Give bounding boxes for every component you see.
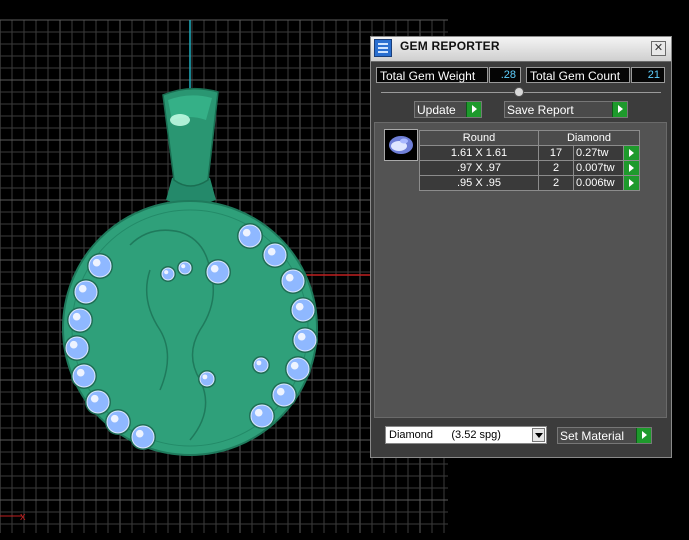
gem-highlight [276, 387, 285, 396]
total-gem-count-label: Total Gem Count [526, 67, 630, 83]
set-material-button[interactable]: Set Material [557, 427, 652, 444]
material-select[interactable]: Diamond (3.52 spg) [385, 426, 547, 444]
gem-stone [106, 410, 130, 434]
total-gem-count-value: 21 [631, 67, 665, 83]
gem-reporter-panel: GEM REPORTER ✕ Total Gem Weight .28 Tota… [370, 36, 672, 458]
table-row: .95 X .95 2 0.006tw [419, 175, 640, 191]
gem-highlight [267, 247, 276, 256]
gem-list-panel: Round Diamond 1.61 X 1.61 17 0.27tw .97 … [374, 122, 667, 418]
update-button[interactable]: Update [414, 101, 482, 118]
gem-highlight [69, 340, 78, 349]
gem-highlight [285, 273, 294, 282]
gem-stone [293, 328, 317, 352]
gem-stone [238, 224, 262, 248]
gem-stone [86, 390, 110, 414]
gem-highlight [297, 332, 306, 341]
gem-stone [65, 336, 89, 360]
gem-weight: 0.006tw [573, 175, 624, 191]
total-gem-weight-value: .28 [489, 67, 521, 83]
select-row-button[interactable] [623, 160, 640, 176]
gem-highlight [110, 414, 119, 423]
dropdown-arrow-icon[interactable] [532, 428, 545, 442]
close-icon[interactable]: ✕ [651, 41, 666, 56]
select-row-button[interactable] [623, 145, 640, 161]
gem-highlight [90, 394, 99, 403]
gem-count: 2 [538, 160, 574, 176]
gem-highlight [135, 429, 144, 438]
gem-highlight [164, 270, 169, 275]
gem-size: 1.61 X 1.61 [419, 145, 539, 161]
gem-highlight [242, 228, 251, 237]
save-report-button[interactable]: Save Report [504, 101, 628, 118]
material-header: Diamond [538, 130, 640, 146]
gem-weight: 0.27tw [573, 145, 624, 161]
gem-highlight [202, 374, 208, 380]
gem-stone [199, 371, 215, 387]
gem-stone [253, 357, 269, 373]
gem-highlight [295, 302, 304, 311]
gem-stone [68, 308, 92, 332]
gem-size: .95 X .95 [419, 175, 539, 191]
axis-label-x: x [20, 511, 26, 523]
gem-highlight [78, 284, 87, 293]
gem-stone [206, 260, 230, 284]
gem-reporter-icon [374, 39, 392, 57]
gem-stone [291, 298, 315, 322]
gem-stone [281, 269, 305, 293]
gem-highlight [210, 264, 219, 273]
gem-table: Round Diamond 1.61 X 1.61 17 0.27tw .97 … [419, 130, 640, 191]
gem-highlight [181, 264, 186, 269]
set-material-button-label: Set Material [560, 429, 625, 443]
gem-count: 17 [538, 145, 574, 161]
gem-count: 2 [538, 175, 574, 191]
gem-stone [131, 425, 155, 449]
total-gem-weight-label: Total Gem Weight [376, 67, 488, 83]
shape-header: Round [419, 130, 539, 146]
gem-stone [72, 364, 96, 388]
table-row: 1.61 X 1.61 17 0.27tw [419, 145, 640, 161]
gem-highlight [290, 361, 299, 370]
play-arrow-icon [466, 102, 481, 117]
select-row-button[interactable] [623, 175, 640, 191]
gem-stone [263, 243, 287, 267]
gem-highlight [256, 360, 262, 366]
gem-size: .97 X .97 [419, 160, 539, 176]
gem-stone [161, 267, 175, 281]
panel-title: GEM REPORTER [400, 39, 500, 53]
gem-stone [178, 261, 192, 275]
gem-weight: 0.007tw [573, 160, 624, 176]
table-row: .97 X .97 2 0.007tw [419, 160, 640, 176]
gem-stone [88, 254, 112, 278]
slider-thumb[interactable] [514, 87, 524, 97]
gem-stone [272, 383, 296, 407]
gem-stone [286, 357, 310, 381]
gem-stone [250, 404, 274, 428]
material-select-value: Diamond (3.52 spg) [389, 429, 501, 441]
update-button-label: Update [417, 103, 456, 117]
play-arrow-icon [612, 102, 627, 117]
gem-highlight [76, 368, 85, 377]
gem-highlight [92, 258, 101, 267]
gem-highlight [254, 408, 263, 417]
play-arrow-icon [636, 428, 651, 443]
title-bar[interactable]: GEM REPORTER ✕ [371, 37, 671, 62]
gem-highlight [72, 312, 81, 321]
round-diamond-icon [384, 129, 418, 161]
save-report-button-label: Save Report [507, 103, 574, 117]
gem-stone [74, 280, 98, 304]
